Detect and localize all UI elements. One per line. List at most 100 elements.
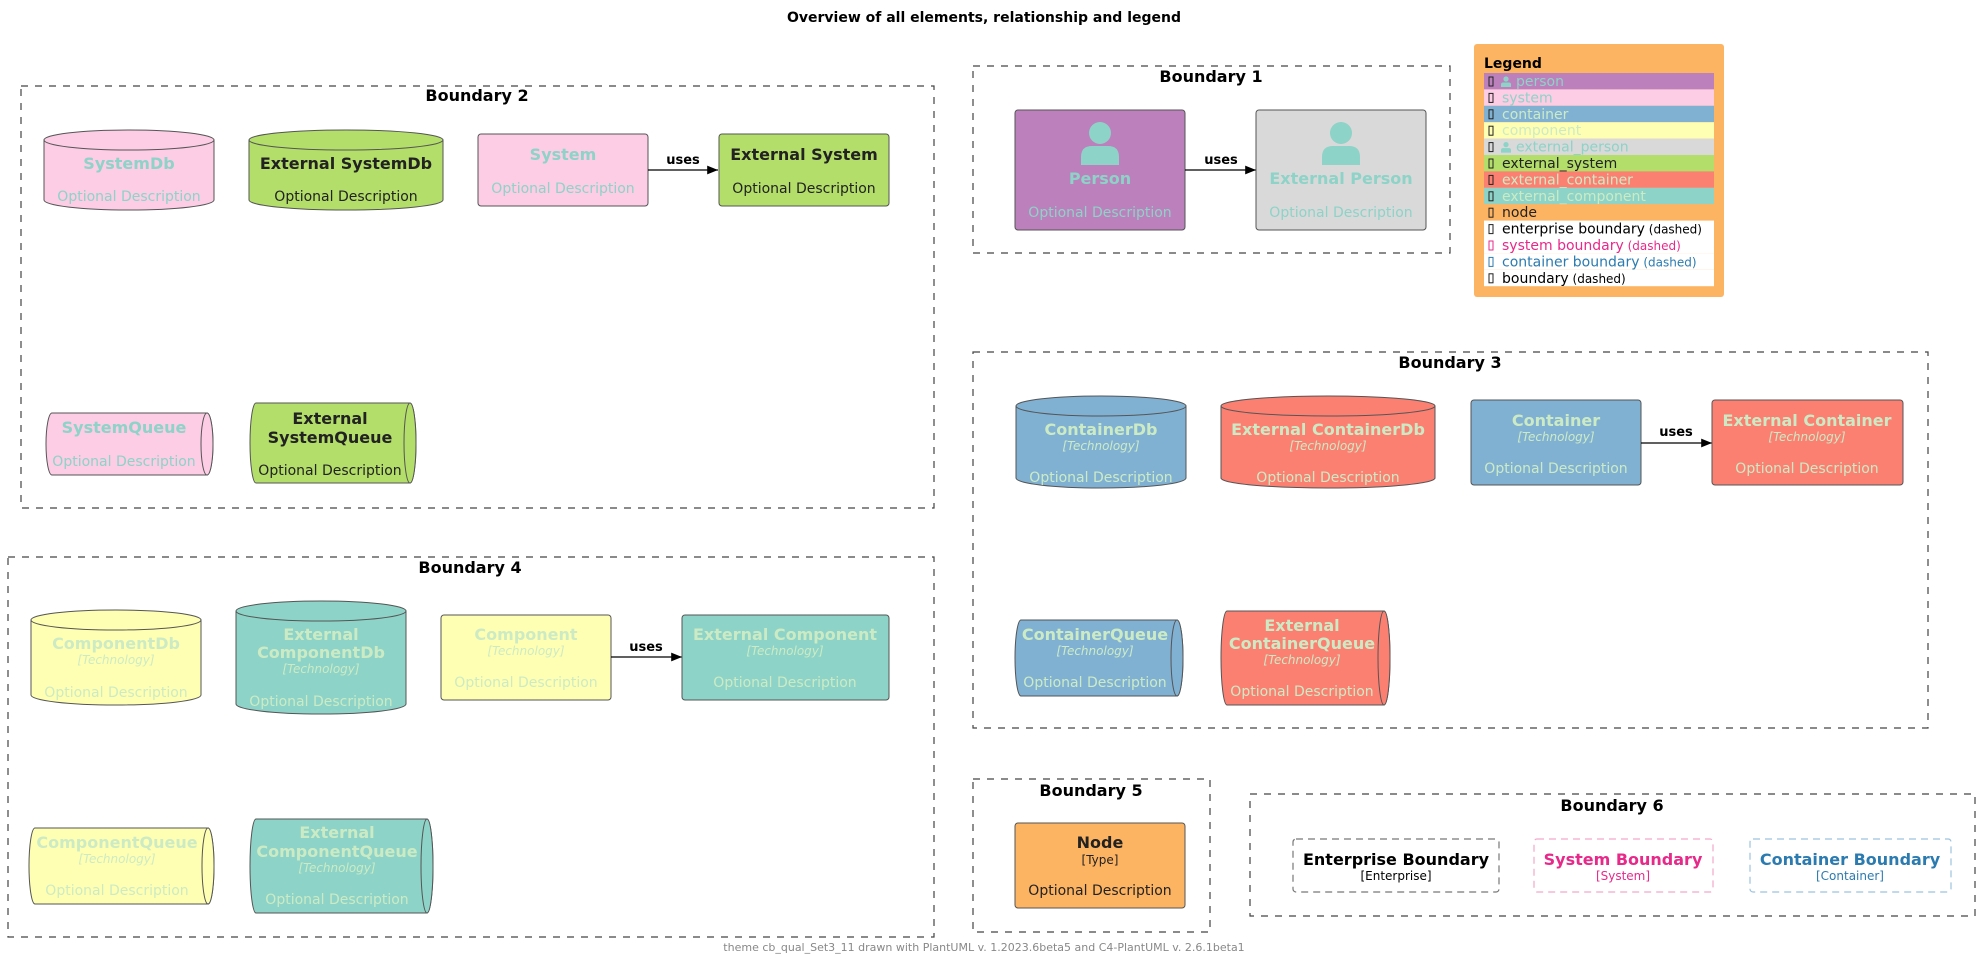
external-system-queue-name-2: SystemQueue — [268, 428, 393, 447]
system-boundary-type: [System] — [1596, 869, 1650, 883]
container-tech: [Technology] — [1517, 430, 1594, 444]
container-db-tech: [Technology] — [1062, 439, 1139, 453]
legend-title: Legend — [1484, 56, 1542, 72]
external-container-db-top — [1220, 395, 1436, 417]
external-person-desc: Optional Description — [1269, 205, 1412, 221]
component-queue[interactable]: ComponentQueue [Technology] Optional Des… — [28, 827, 215, 905]
external-container-queue-end — [1377, 610, 1391, 706]
legend-item-container-boundary: container boundary (dashed) — [1484, 253, 1714, 270]
external-system-queue[interactable]: External SystemQueue Optional Descriptio… — [249, 402, 417, 484]
external-component-queue[interactable]: External ComponentQueue [Technology] Opt… — [249, 818, 434, 914]
rel-label: uses — [1659, 425, 1693, 440]
enterprise-boundary-name: Enterprise Boundary — [1303, 850, 1490, 869]
system-db[interactable]: SystemDb Optional Description — [43, 129, 215, 211]
external-person[interactable]: External Person Optional Description — [1255, 109, 1427, 231]
external-component[interactable]: External Component [Technology] Optional… — [681, 614, 890, 701]
container-db[interactable]: ContainerDb [Technology] Optional Descri… — [1015, 395, 1187, 489]
component-name: Component — [474, 625, 577, 644]
legend-label: external_component — [1502, 189, 1646, 205]
external-component-db[interactable]: External ComponentDb [Technology] Option… — [235, 600, 407, 715]
component-db-name: ComponentDb — [52, 634, 180, 653]
component-db-top — [30, 609, 202, 631]
container-queue-name: ContainerQueue — [1022, 625, 1168, 644]
external-container-desc: Optional Description — [1735, 461, 1878, 477]
rel-component-uses-external-component[interactable]: uses — [611, 640, 682, 662]
external-component-queue-desc: Optional Description — [265, 892, 408, 908]
external-component-tech: [Technology] — [746, 644, 823, 658]
legend-label: enterprise boundary (dashed) — [1502, 222, 1702, 238]
node-type: [Type] — [1082, 853, 1119, 867]
external-system-db[interactable]: External SystemDb Optional Description — [248, 129, 444, 211]
system-db-name: SystemDb — [83, 154, 174, 173]
diagram-title: Overview of all elements, relationship a… — [787, 10, 1181, 26]
node-desc: Optional Description — [1028, 883, 1171, 899]
person-name: Person — [1069, 169, 1131, 188]
rel-container-uses-external-container[interactable]: uses — [1641, 425, 1712, 448]
legend-label: boundary (dashed) — [1502, 271, 1626, 287]
component-db[interactable]: ComponentDb [Technology] Optional Descri… — [30, 609, 202, 706]
external-container[interactable]: External Container [Technology] Optional… — [1711, 399, 1904, 486]
legend-suffix: (dashed) — [1569, 272, 1626, 286]
external-component-queue-end — [420, 818, 434, 914]
system-queue-name: SystemQueue — [62, 418, 187, 437]
legend-label: container — [1502, 107, 1569, 123]
container-desc: Optional Description — [1484, 461, 1627, 477]
system-queue[interactable]: SystemQueue Optional Description — [45, 412, 214, 476]
external-container-queue-name-2: ContainerQueue — [1229, 634, 1375, 653]
legend-item-external-container: external_container — [1484, 171, 1714, 188]
footer-credit: theme cb_qual_Set3_11 drawn with PlantUM… — [723, 941, 1244, 954]
external-container-db-desc: Optional Description — [1256, 470, 1399, 486]
external-component-queue-name-1: External — [299, 823, 374, 842]
component-desc: Optional Description — [454, 675, 597, 691]
legend-suffix: (dashed) — [1624, 239, 1681, 253]
component-db-desc: Optional Description — [44, 685, 187, 701]
legend-item-container: container — [1484, 105, 1714, 123]
system-name: System — [530, 145, 597, 164]
component[interactable]: Component [Technology] Optional Descript… — [440, 614, 612, 701]
container[interactable]: Container [Technology] Optional Descript… — [1470, 399, 1642, 486]
legend-item-component: component — [1484, 122, 1714, 139]
component-queue-end — [201, 827, 215, 905]
container-queue-end — [1170, 619, 1184, 697]
external-container-queue[interactable]: External ContainerQueue [Technology] Opt… — [1220, 610, 1391, 706]
system-boundary[interactable]: System Boundary [System] — [1533, 838, 1714, 893]
system-db-desc: Optional Description — [57, 189, 200, 205]
legend-suffix: (dashed) — [1645, 223, 1702, 237]
enterprise-boundary[interactable]: Enterprise Boundary [Enterprise] — [1292, 838, 1500, 893]
external-system-db-desc: Optional Description — [274, 189, 417, 205]
component-queue-desc: Optional Description — [45, 883, 188, 899]
external-container-queue-name-1: External — [1264, 616, 1339, 635]
node-name: Node — [1077, 833, 1124, 852]
boundary-2-title: Boundary 2 — [425, 86, 528, 105]
rel-label: uses — [666, 153, 700, 168]
external-container-db[interactable]: External ContainerDb [Technology] Option… — [1220, 395, 1436, 489]
boundary-1-title: Boundary 1 — [1159, 67, 1262, 86]
container-db-top — [1015, 395, 1187, 417]
system-boundary-name: System Boundary — [1544, 850, 1703, 869]
external-system-queue-desc: Optional Description — [258, 463, 401, 479]
container-db-name: ContainerDb — [1045, 420, 1158, 439]
legend-item-boundary: boundary (dashed) — [1484, 269, 1714, 287]
container-boundary-name: Container Boundary — [1760, 850, 1941, 869]
system[interactable]: System Optional Description — [477, 133, 649, 207]
external-system-queue-name-1: External — [292, 409, 367, 428]
container-db-desc: Optional Description — [1029, 470, 1172, 486]
rel-person-uses-external-person[interactable]: uses — [1185, 153, 1256, 175]
legend-label: external_container — [1502, 172, 1633, 188]
external-component-db-tech: [Technology] — [282, 662, 359, 676]
external-component-name: External Component — [693, 625, 877, 644]
external-system[interactable]: External System Optional Description — [718, 133, 890, 207]
component-queue-tech: [Technology] — [78, 852, 155, 866]
person-desc: Optional Description — [1028, 205, 1171, 221]
legend-suffix: (dashed) — [1640, 255, 1697, 269]
external-container-name: External Container — [1722, 411, 1891, 430]
external-system-desc: Optional Description — [732, 181, 875, 197]
person[interactable]: Person Optional Description — [1014, 109, 1186, 231]
legend-label: container boundary (dashed) — [1502, 254, 1697, 270]
external-component-desc: Optional Description — [713, 675, 856, 691]
node[interactable]: Node [Type] Optional Description — [1014, 822, 1186, 909]
container-queue[interactable]: ContainerQueue [Technology] Optional Des… — [1014, 619, 1184, 697]
container-boundary[interactable]: Container Boundary [Container] — [1749, 838, 1952, 893]
rel-system-uses-external-system[interactable]: uses — [648, 153, 718, 175]
container-queue-tech: [Technology] — [1056, 644, 1133, 658]
